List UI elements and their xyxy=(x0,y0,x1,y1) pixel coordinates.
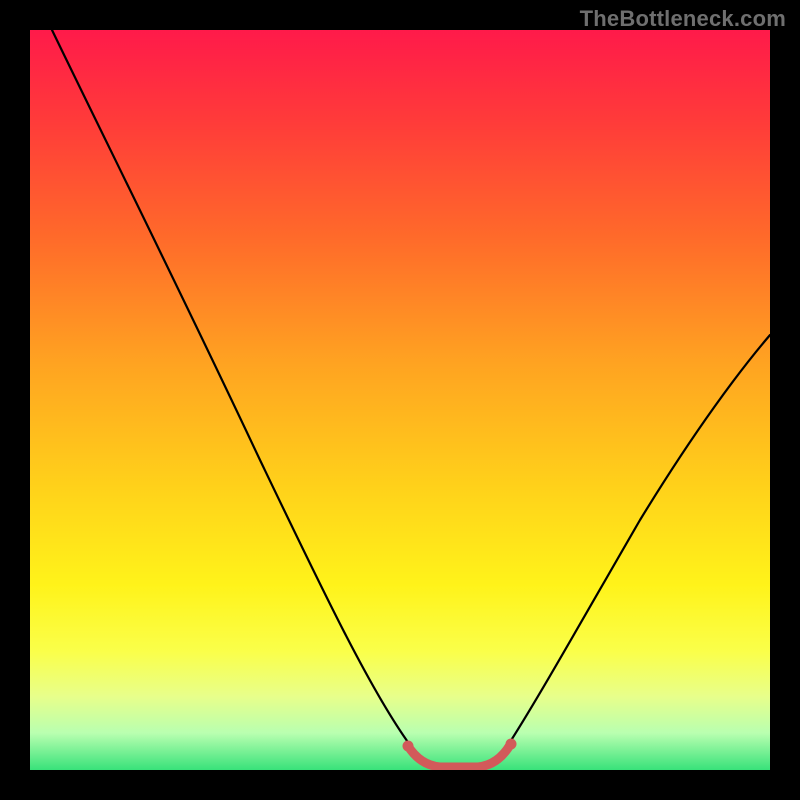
plot-area xyxy=(30,30,770,770)
chart-frame: TheBottleneck.com xyxy=(0,0,800,800)
watermark-text: TheBottleneck.com xyxy=(580,6,786,32)
highlight-end-right xyxy=(506,739,517,750)
curve-svg xyxy=(30,30,770,770)
highlight-segment xyxy=(408,745,510,767)
highlight-end-left xyxy=(403,741,414,752)
bottleneck-curve xyxy=(52,30,770,768)
